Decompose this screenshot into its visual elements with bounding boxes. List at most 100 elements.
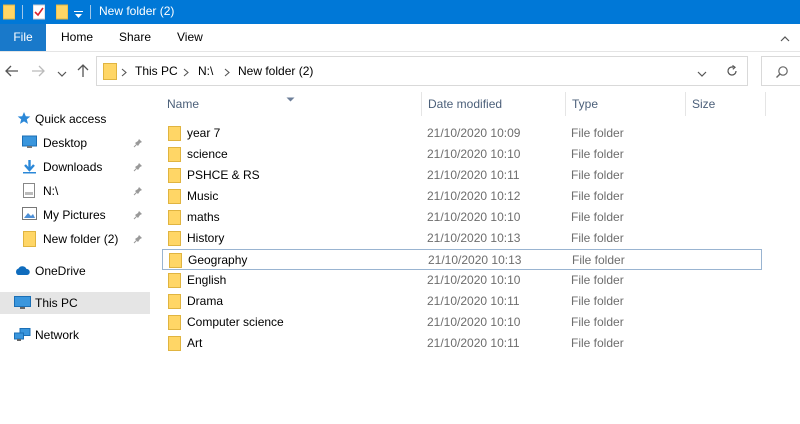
file-row[interactable]: Geography 21/10/2020 10:13 File folder [162, 249, 762, 270]
new-folder-icon[interactable] [55, 4, 69, 23]
tab-view[interactable]: View [177, 24, 203, 51]
back-arrow-icon[interactable] [4, 63, 20, 79]
file-name: Geography [188, 253, 248, 267]
folder-icon [168, 210, 181, 228]
file-row[interactable]: year 7 21/10/2020 10:09 File folder [162, 123, 762, 144]
file-type: File folder [572, 253, 625, 267]
file-type: File folder [571, 336, 624, 350]
folder-icon [168, 168, 181, 186]
folder-icon[interactable] [2, 4, 16, 23]
file-name: Art [187, 336, 203, 350]
file-type: File folder [571, 231, 624, 245]
file-row[interactable]: Computer science 21/10/2020 10:10 File fol… [162, 312, 762, 333]
column-header-type[interactable]: Type [572, 92, 682, 116]
file-type: File folder [571, 210, 624, 224]
folder-icon [168, 294, 181, 312]
file-row[interactable]: Drama 21/10/2020 10:11 File folder [162, 291, 762, 312]
tab-file[interactable]: File [0, 24, 46, 51]
folder-icon [168, 231, 181, 249]
file-type: File folder [571, 126, 624, 140]
folder-icon [23, 231, 36, 250]
column-divider[interactable] [765, 92, 766, 116]
file-name: year 7 [187, 126, 221, 140]
nav-item-new-folder-2[interactable]: New folder (2) [0, 228, 150, 250]
chevron-right-icon[interactable] [183, 66, 189, 80]
folder-icon [168, 189, 181, 207]
ribbon-tabs: File Home Share View [0, 24, 800, 52]
file-name: English [187, 273, 227, 287]
chevron-down-icon[interactable] [697, 67, 707, 81]
navigation-bar: This PC N:\ New folder (2) [0, 52, 800, 90]
pin-icon[interactable] [133, 185, 143, 199]
column-divider[interactable] [685, 92, 686, 116]
customize-toolbar-icon[interactable] [74, 8, 83, 22]
file-row[interactable]: History 21/10/2020 10:13 File folder [162, 228, 762, 249]
file-type: File folder [571, 273, 624, 287]
search-icon [776, 66, 788, 78]
nav-item-downloads[interactable]: Downloads [0, 156, 150, 178]
nav-item-network[interactable]: Network [0, 324, 150, 346]
chevron-right-icon[interactable] [224, 66, 230, 80]
pin-icon[interactable] [133, 161, 143, 175]
file-row[interactable]: science 21/10/2020 10:10 File folder [162, 144, 762, 165]
download-icon [22, 159, 37, 177]
file-date-modified: 21/10/2020 10:11 [427, 168, 520, 182]
nav-item-label: Desktop [43, 136, 88, 150]
nav-item-my-pictures[interactable]: My Pictures [0, 204, 150, 226]
refresh-icon[interactable] [725, 64, 739, 81]
window-title: New folder (2) [99, 4, 175, 18]
file-row[interactable]: PSHCE & RS 21/10/2020 10:11 File folder [162, 165, 762, 186]
chevron-right-icon[interactable] [121, 66, 127, 80]
search-box[interactable] [761, 56, 800, 86]
file-date-modified: 21/10/2020 10:10 [427, 147, 521, 161]
computer-icon [14, 296, 31, 313]
network-icon [14, 328, 31, 345]
file-row[interactable]: Music 21/10/2020 10:12 File folder [162, 186, 762, 207]
breadcrumb-drive[interactable]: N:\ [198, 64, 213, 78]
tab-home[interactable]: Home [61, 24, 93, 51]
file-name: Music [187, 189, 219, 203]
file-date-modified: 21/10/2020 10:13 [427, 231, 521, 245]
breadcrumb-this-pc[interactable]: This PC [135, 64, 178, 78]
properties-icon[interactable] [32, 4, 46, 23]
toolbar-separator [90, 5, 91, 19]
column-header-date-modified[interactable]: Date modified [428, 92, 563, 116]
file-row[interactable]: maths 21/10/2020 10:10 File folder [162, 207, 762, 228]
tab-share[interactable]: Share [119, 24, 151, 51]
recent-locations-icon[interactable] [57, 67, 67, 77]
folder-icon [168, 126, 181, 144]
forward-arrow-icon[interactable] [30, 63, 46, 79]
file-type: File folder [571, 315, 624, 329]
star-icon [17, 111, 31, 128]
file-row[interactable]: English 21/10/2020 10:10 File folder [162, 270, 762, 291]
nav-item-label: Network [35, 328, 80, 342]
file-row[interactable]: Art 21/10/2020 10:11 File folder [162, 333, 762, 354]
address-bar[interactable]: This PC N:\ New folder (2) [96, 56, 748, 86]
folder-icon [168, 147, 181, 165]
file-date-modified: 21/10/2020 10:11 [427, 294, 520, 308]
pin-icon[interactable] [133, 233, 143, 247]
expand-ribbon-icon[interactable] [780, 32, 790, 46]
file-name: History [187, 231, 225, 245]
nav-item-label: New folder (2) [43, 232, 119, 246]
file-type: File folder [571, 147, 624, 161]
file-type: File folder [571, 294, 624, 308]
nav-item-quick-access[interactable]: Quick access [0, 108, 150, 130]
up-arrow-icon[interactable] [75, 63, 91, 79]
nav-item-n-drive[interactable]: N:\ [0, 180, 150, 202]
nav-item-label: Downloads [43, 160, 103, 174]
nav-item-onedrive[interactable]: OneDrive [0, 260, 150, 282]
pin-icon[interactable] [133, 209, 143, 223]
file-date-modified: 21/10/2020 10:13 [428, 253, 522, 267]
nav-item-this-pc[interactable]: This PC [0, 292, 150, 314]
column-divider[interactable] [421, 92, 422, 116]
file-type: File folder [571, 168, 624, 182]
pin-icon[interactable] [133, 137, 143, 151]
column-divider[interactable] [565, 92, 566, 116]
column-header-name[interactable]: Name [167, 92, 417, 116]
column-header-size[interactable]: Size [692, 92, 762, 116]
nav-item-desktop[interactable]: Desktop [0, 132, 150, 154]
nav-item-label: My Pictures [43, 208, 106, 222]
desktop-icon [22, 135, 37, 152]
breadcrumb-current-folder[interactable]: New folder (2) [238, 64, 313, 78]
